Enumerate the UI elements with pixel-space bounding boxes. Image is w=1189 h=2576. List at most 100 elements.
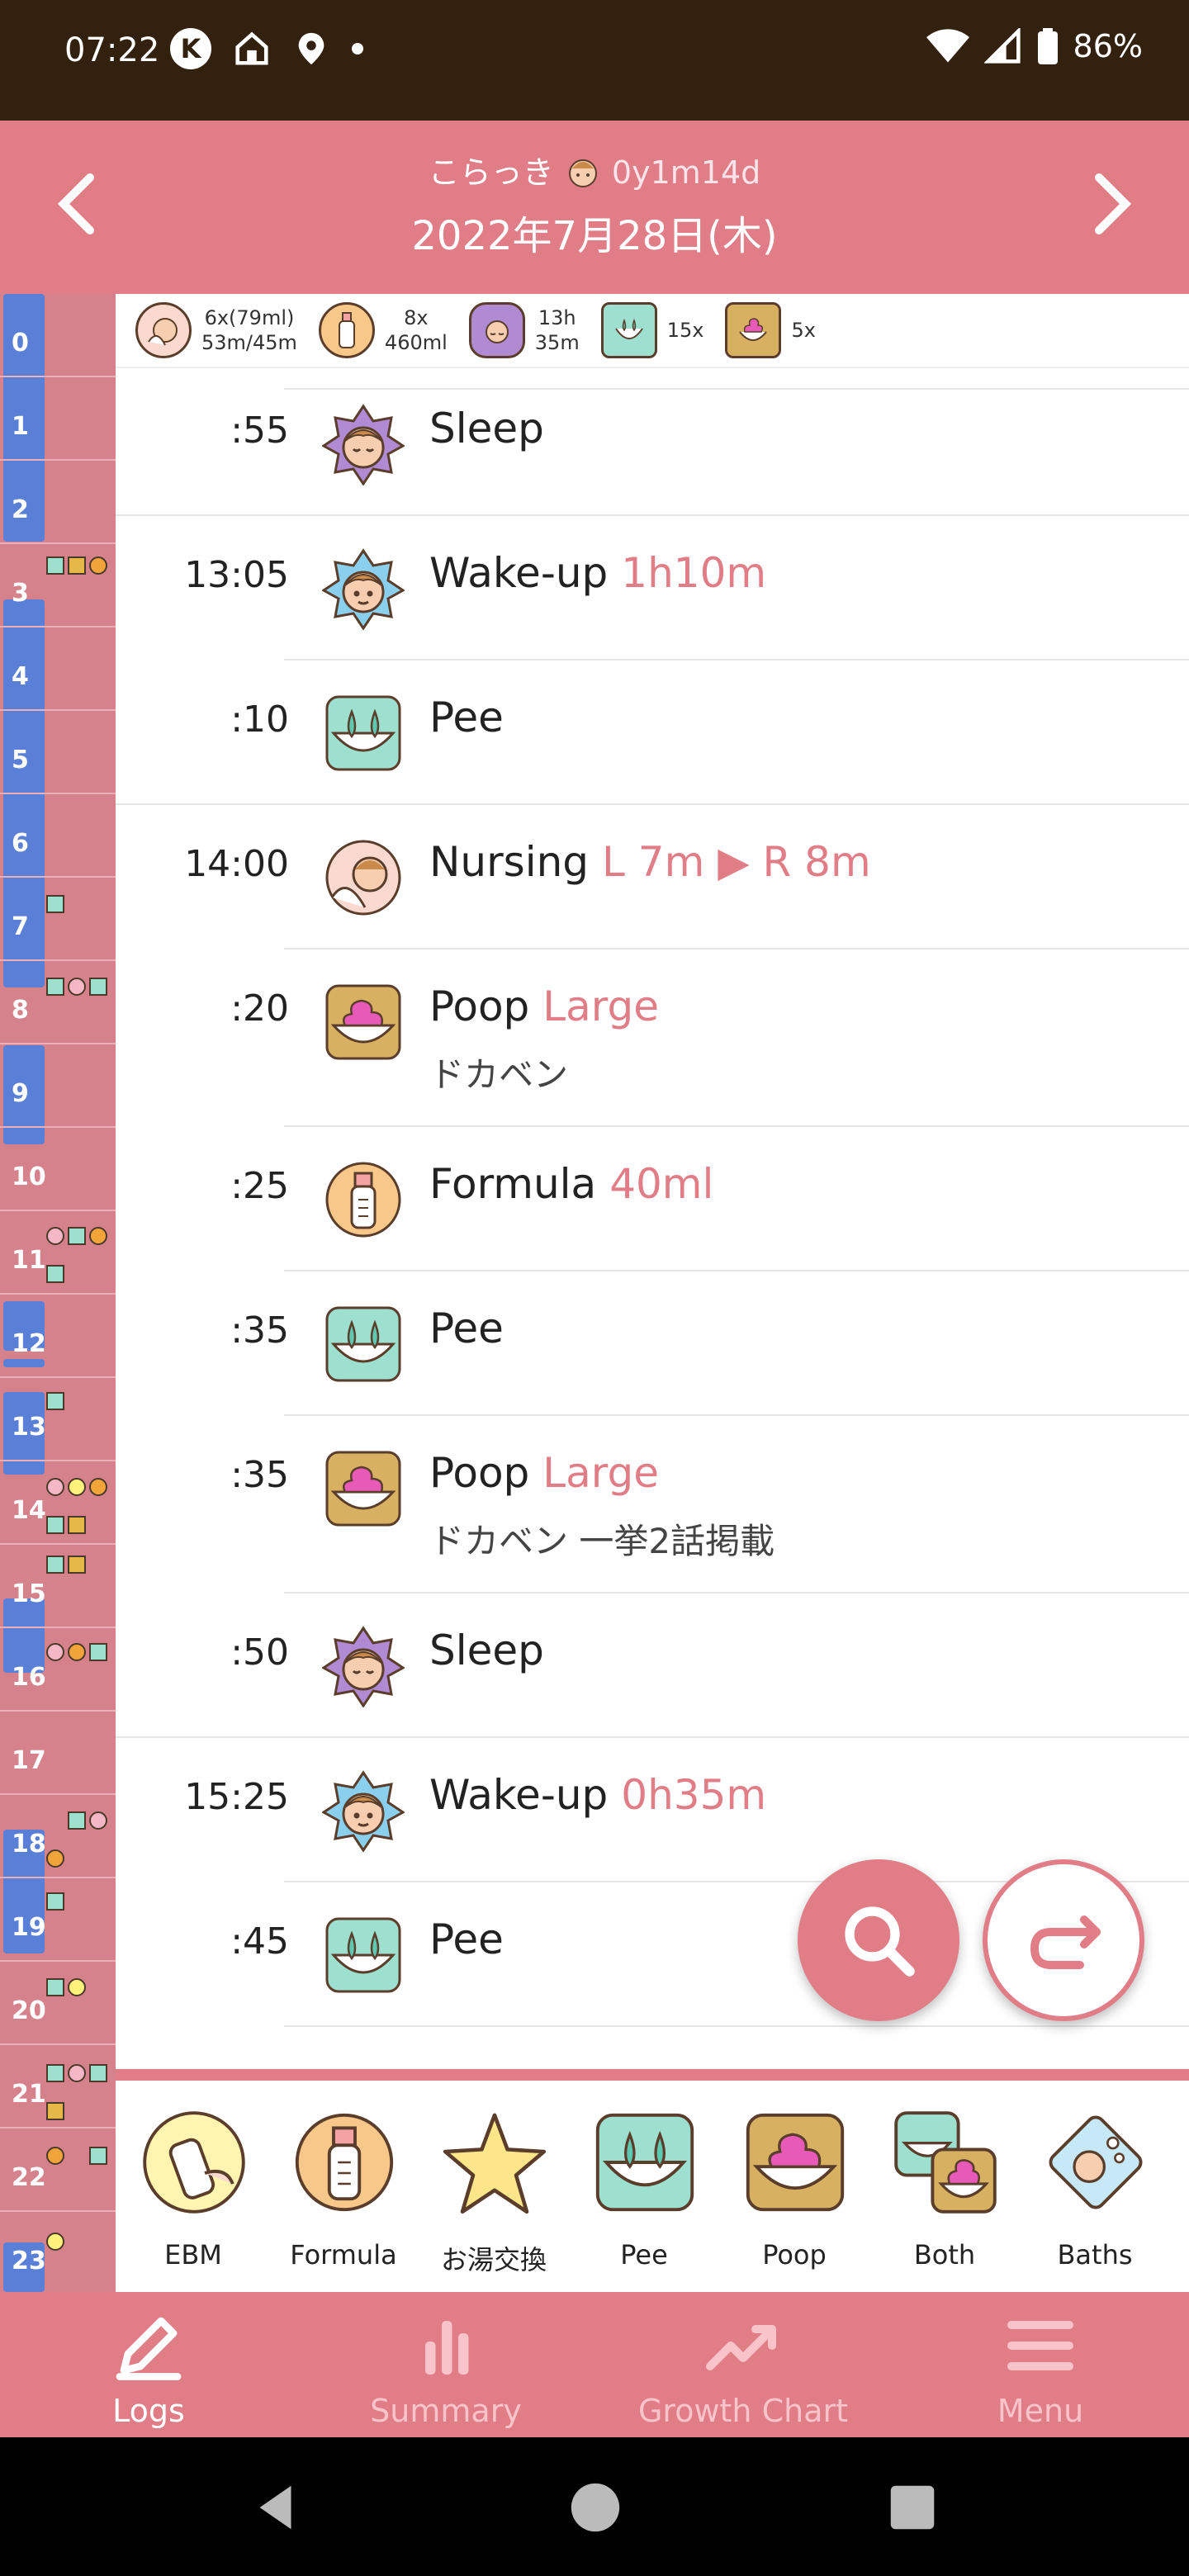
quick-add-tray[interactable]: EBM Formula お湯交換 Pee Poop Both Baths B [116, 2081, 1189, 2292]
current-date[interactable]: 2022年7月28日(木) [0, 203, 1189, 261]
log-time: :20 [230, 987, 289, 1030]
log-detail: Large [542, 1449, 659, 1497]
quick-add-item[interactable]: お湯交換 [419, 2097, 568, 2287]
log-entry[interactable]: :50 Sleep [116, 1593, 1189, 1738]
log-time: :50 [230, 1631, 289, 1674]
nursing-icon [135, 302, 192, 358]
pee-icon [322, 1914, 405, 1996]
hour-row[interactable]: 13 [0, 1378, 116, 1461]
log-list[interactable]: :55 Sleep 13:05 Wake-up 1h10m:10 Pee 14:00 Nurs… [116, 372, 1189, 2072]
event-marker [89, 1811, 107, 1830]
hour-label: 3 [12, 579, 29, 608]
log-entry[interactable]: 14:00 Nursing L 7m ▶ R 8m [116, 805, 1189, 949]
hour-row[interactable]: 7 [0, 878, 116, 961]
hour-row[interactable]: 12 [0, 1295, 116, 1378]
nav-tab-label: Growth Chart [637, 2393, 849, 2429]
log-time: 13:05 [184, 554, 289, 596]
log-note: ドカベン 一挙2話掲載 [429, 1521, 775, 1561]
quick-add-item[interactable]: Poop [720, 2097, 869, 2287]
event-marker [46, 1892, 64, 1911]
hour-row[interactable]: 5 [0, 711, 116, 794]
nav-tab-logs[interactable]: Logs [0, 2292, 297, 2437]
log-entry[interactable]: :35 Pee [116, 1271, 1189, 1416]
home-circle-icon[interactable] [566, 2479, 624, 2536]
log-label: Pee [429, 1915, 504, 1963]
baby-face-icon [568, 159, 597, 187]
event-marker [68, 1811, 86, 1830]
quick-add-item[interactable]: Formula [269, 2097, 418, 2287]
nav-tab-summary[interactable]: Summary [297, 2292, 594, 2437]
log-type: Pee [429, 1915, 504, 1963]
hour-row[interactable]: 19 [0, 1878, 116, 1962]
log-label: Poop Large [429, 983, 659, 1030]
log-type: Sleep [429, 1627, 544, 1674]
log-type: Formula [429, 1160, 597, 1208]
back-triangle-icon[interactable] [248, 2479, 306, 2536]
log-detail: 40ml [609, 1160, 714, 1208]
hour-row[interactable]: 22 [0, 2129, 116, 2212]
log-entry[interactable]: :10 Pee [116, 661, 1189, 805]
quick-add-item[interactable]: Both [870, 2097, 1019, 2287]
hour-label: 15 [12, 1579, 46, 1608]
wifi-icon [926, 29, 969, 63]
search-icon [845, 1906, 915, 1977]
next-day-button[interactable] [1068, 159, 1159, 249]
hour-row[interactable]: 2 [0, 461, 116, 544]
trend-icon [702, 2308, 784, 2383]
hour-row[interactable]: 16 [0, 1628, 116, 1712]
formula-icon [318, 302, 375, 358]
share-button[interactable] [983, 1859, 1144, 2021]
log-label: Sleep [429, 1627, 544, 1674]
event-marker [68, 1516, 86, 1534]
baby-info[interactable]: こらっき 0y1m14d [0, 147, 1189, 192]
hour-row[interactable]: 4 [0, 627, 116, 711]
log-type: Poop [429, 1449, 530, 1497]
quick-add-item[interactable]: Baths [1021, 2097, 1169, 2287]
hour-label: 6 [12, 829, 29, 858]
sleep-icon [321, 1625, 405, 1708]
event-marker [46, 2147, 64, 2165]
hour-timeline[interactable]: 0 1 2 3 4 5 6 7 8 9 10 11 12 13 14 15 16 17 18 19 20 21 22 23 [0, 294, 116, 2295]
hour-row[interactable]: 6 [0, 794, 116, 878]
event-marker [68, 2064, 86, 2082]
sleep-icon [468, 302, 525, 358]
hour-row[interactable]: 20 [0, 1962, 116, 2045]
log-time: :25 [230, 1165, 289, 1207]
log-entry[interactable]: :25 Formula 40ml [116, 1127, 1189, 1271]
pee-icon [600, 302, 657, 358]
location-pin-icon [298, 32, 324, 65]
log-type: Poop [429, 983, 530, 1030]
quick-add-label: Pee [620, 2239, 668, 2271]
event-marker [46, 2233, 64, 2251]
hour-row[interactable]: 1 [0, 377, 116, 461]
forward-arrow-icon [1030, 1915, 1101, 1969]
event-marker [46, 1978, 64, 1996]
recents-square-icon[interactable] [883, 2479, 941, 2536]
log-entry[interactable]: 15:25 Wake-up 0h35m [116, 1738, 1189, 1882]
hour-row[interactable]: 23 [0, 2212, 116, 2295]
cell-signal-icon [983, 28, 1021, 64]
hour-row[interactable]: 0 [0, 294, 116, 377]
wakeup-icon [321, 1769, 405, 1853]
log-entry[interactable]: :55 Sleep [116, 372, 1189, 516]
k-app-icon: K [170, 28, 211, 69]
log-entry[interactable]: :35 Poop Large ドカベン 一挙2話掲載 [116, 1416, 1189, 1593]
hour-row[interactable]: 9 [0, 1044, 116, 1128]
quick-add-item[interactable]: EBM [119, 2097, 268, 2287]
nav-tab-growth-chart[interactable]: Growth Chart [594, 2292, 892, 2437]
quick-add-item[interactable]: B [1171, 2097, 1189, 2287]
hour-row[interactable]: 10 [0, 1128, 116, 1211]
event-marker [46, 556, 64, 575]
hour-row[interactable]: 17 [0, 1712, 116, 1795]
log-entry[interactable]: :20 Poop Large ドカベン [116, 949, 1189, 1127]
hour-label: 11 [12, 1246, 46, 1275]
search-button[interactable] [798, 1859, 959, 2021]
nav-tab-menu[interactable]: Menu [892, 2292, 1189, 2437]
quick-add-item[interactable]: Pee [570, 2097, 718, 2287]
log-time: :45 [230, 1920, 289, 1963]
ebm-icon [140, 2109, 248, 2216]
event-marker [89, 556, 107, 575]
event-marker [68, 556, 86, 575]
log-entry[interactable]: 13:05 Wake-up 1h10m [116, 516, 1189, 661]
hour-row[interactable]: 8 [0, 961, 116, 1044]
